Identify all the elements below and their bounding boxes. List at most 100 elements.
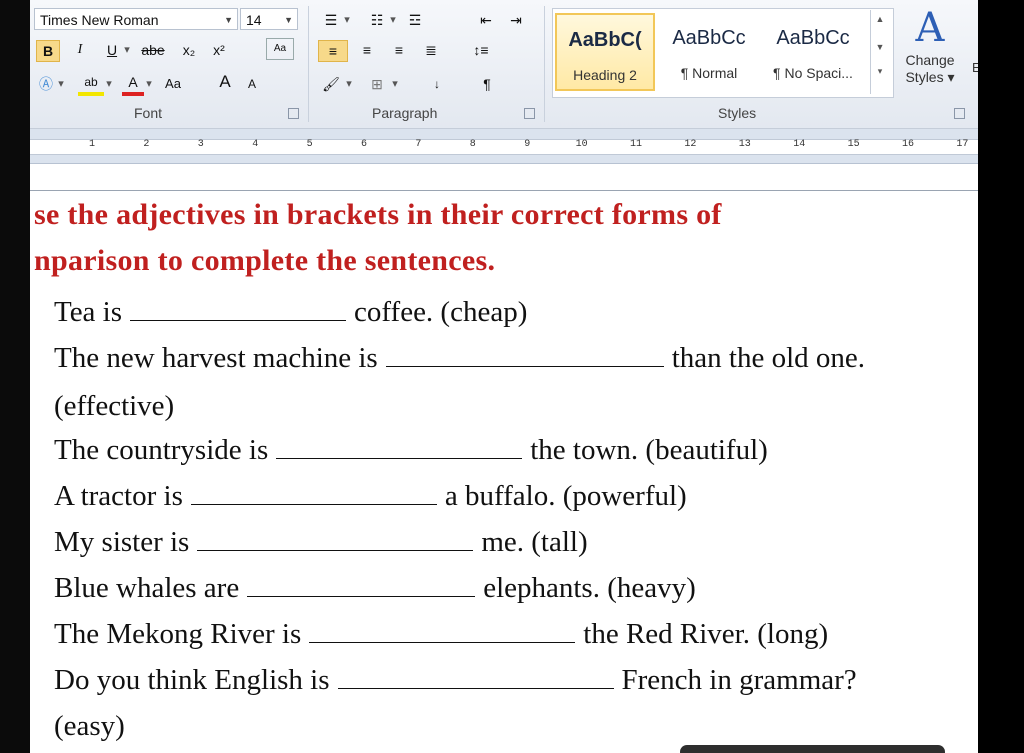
style-name: ¶ No Spaci... <box>773 65 853 81</box>
sentence-start: Tea is <box>54 296 123 328</box>
ruler-number: 2 <box>143 139 150 150</box>
word-window: Times New Roman ▼ 14 ▼ B I U ▾ abe x₂ x²… <box>0 0 1024 753</box>
document-page[interactable]: se the adjectives in brackets in their c… <box>30 164 978 753</box>
decrease-indent-icon[interactable]: ⇤ <box>474 10 498 30</box>
clear-formatting-icon[interactable]: Aa <box>266 38 294 60</box>
align-left-button[interactable]: ≡ <box>318 40 348 62</box>
sentence-line: A tractor is a buffalo. (powerful) <box>54 480 687 513</box>
ruler-track <box>30 139 978 155</box>
chevron-down-icon[interactable]: ▾ <box>342 10 352 30</box>
subscript-button[interactable]: x₂ <box>176 40 202 60</box>
sentence-line: Tea is coffee. (cheap) <box>54 296 527 329</box>
strikethrough-button[interactable]: abe <box>136 40 170 60</box>
styles-dialog-launcher-icon[interactable] <box>954 108 965 119</box>
style-heading-2[interactable]: AaBbC( Heading 2 <box>555 13 655 91</box>
change-styles-label-2-text: Styles <box>905 69 944 85</box>
style-preview: AaBbC( <box>568 29 642 51</box>
answer-blank[interactable] <box>276 436 523 459</box>
chevron-down-icon[interactable]: ▾ <box>144 74 154 94</box>
ruler-number: 15 <box>847 139 860 150</box>
chevron-down-icon[interactable]: ▾ <box>104 74 114 94</box>
page-top-margin <box>30 164 978 191</box>
more-styles-icon[interactable]: ▾ <box>871 66 889 77</box>
answer-blank[interactable] <box>130 298 347 321</box>
ruler[interactable]: 123456789101112131415161718 <box>30 129 1023 164</box>
ruler-number: 3 <box>197 139 204 150</box>
superscript-button[interactable]: x² <box>206 40 232 60</box>
chevron-up-icon[interactable]: ▲ <box>871 14 889 24</box>
sentence-line: (effective) <box>54 390 174 423</box>
text-effects-icon[interactable]: Ⓐ <box>36 74 56 94</box>
line-spacing-icon[interactable]: ↕≡ <box>464 40 498 60</box>
align-right-icon[interactable]: ≡ <box>386 40 412 60</box>
answer-blank[interactable] <box>337 666 614 689</box>
sentence-end: than the old one. <box>671 342 866 374</box>
chevron-down-icon[interactable]: ▾ <box>390 74 400 94</box>
answer-blank[interactable] <box>190 482 437 505</box>
bold-button[interactable]: B <box>36 40 60 62</box>
chevron-down-icon[interactable]: ▼ <box>871 42 889 52</box>
paragraph-dialog-launcher-icon[interactable] <box>524 108 535 119</box>
ruler-number: 13 <box>738 139 751 150</box>
bullets-icon[interactable]: ☰ <box>320 10 342 30</box>
borders-icon[interactable]: ⊞ <box>364 74 390 94</box>
italic-button[interactable]: I <box>70 40 90 60</box>
change-styles-icon: A <box>915 5 945 51</box>
numbering-icon[interactable]: ☷ <box>366 10 388 30</box>
sentence-start: The Mekong River is <box>54 618 302 650</box>
font-dialog-launcher-icon[interactable] <box>288 108 299 119</box>
change-styles-button[interactable]: A Change Styles ▾ <box>900 4 960 100</box>
chevron-down-icon[interactable]: ▼ <box>224 9 233 31</box>
answer-blank[interactable] <box>385 344 664 367</box>
group-separator <box>544 6 545 122</box>
shrink-font-button[interactable]: A <box>242 74 262 94</box>
chevron-down-icon[interactable]: ▾ <box>122 40 132 60</box>
font-name-box[interactable]: Times New Roman ▼ <box>34 8 238 30</box>
grow-font-button[interactable]: A <box>214 72 236 92</box>
style-no-spacing[interactable]: AaBbCc ¶ No Spaci... <box>763 13 863 91</box>
ribbon: Times New Roman ▼ 14 ▼ B I U ▾ abe x₂ x²… <box>30 0 981 129</box>
chevron-down-icon[interactable]: ▾ <box>388 10 398 30</box>
increase-indent-icon[interactable]: ⇥ <box>504 10 528 30</box>
underline-button[interactable]: U <box>102 40 122 60</box>
multilevel-list-icon[interactable]: ☲ <box>402 10 428 30</box>
change-case-button[interactable]: Aa <box>158 74 188 94</box>
sentence-end: French in grammar? <box>621 664 857 696</box>
right-dark-edge <box>978 0 1024 753</box>
group-separator <box>308 6 309 122</box>
font-name-value: Times New Roman <box>40 12 159 28</box>
sentence-line: The countryside is the town. (beautiful) <box>54 434 768 467</box>
sentence-line: The new harvest machine is than the old o… <box>54 342 865 375</box>
instruction-heading-line-1: se the adjectives in brackets in their c… <box>34 198 722 231</box>
styles-gallery: AaBbC( Heading 2 AaBbCc ¶ Normal AaBbCc … <box>552 8 894 98</box>
show-marks-button[interactable]: ¶ <box>476 74 498 94</box>
ruler-number: 10 <box>575 139 588 150</box>
gallery-scrollbar[interactable]: ▲ ▼ ▾ <box>870 10 889 94</box>
highlight-button[interactable]: ab <box>78 72 104 96</box>
justify-icon[interactable]: ≣ <box>418 40 444 60</box>
chevron-down-icon[interactable]: ▾ <box>56 74 66 94</box>
sentence-end: coffee. (cheap) <box>354 296 528 328</box>
style-name: Heading 2 <box>573 67 637 83</box>
ruler-number: 12 <box>684 139 697 150</box>
sentence-start: Do you think English is <box>54 664 330 696</box>
style-normal[interactable]: AaBbCc ¶ Normal <box>659 13 759 91</box>
align-center-icon[interactable]: ≡ <box>354 40 380 60</box>
ruler-number: 8 <box>469 139 476 150</box>
style-preview: AaBbCc <box>672 27 746 49</box>
chevron-down-icon[interactable]: ▾ <box>344 74 354 94</box>
home-indicator <box>680 745 945 753</box>
font-size-box[interactable]: 14 ▼ <box>240 8 298 30</box>
answer-blank[interactable] <box>309 620 576 643</box>
sentence-line: Do you think English is French in grammar… <box>54 664 857 697</box>
shading-icon[interactable]: 🖌 <box>318 74 344 94</box>
answer-blank[interactable] <box>247 574 476 597</box>
chevron-down-icon[interactable]: ▼ <box>284 9 293 31</box>
sentence-line: My sister is me. (tall) <box>54 526 588 559</box>
ruler-number: 7 <box>415 139 422 150</box>
ruler-number: 11 <box>630 139 643 150</box>
sort-button[interactable]: ↓ <box>426 74 448 94</box>
ruler-number: 1 <box>89 139 96 150</box>
answer-blank[interactable] <box>197 528 474 551</box>
font-color-button[interactable]: A <box>122 72 144 96</box>
